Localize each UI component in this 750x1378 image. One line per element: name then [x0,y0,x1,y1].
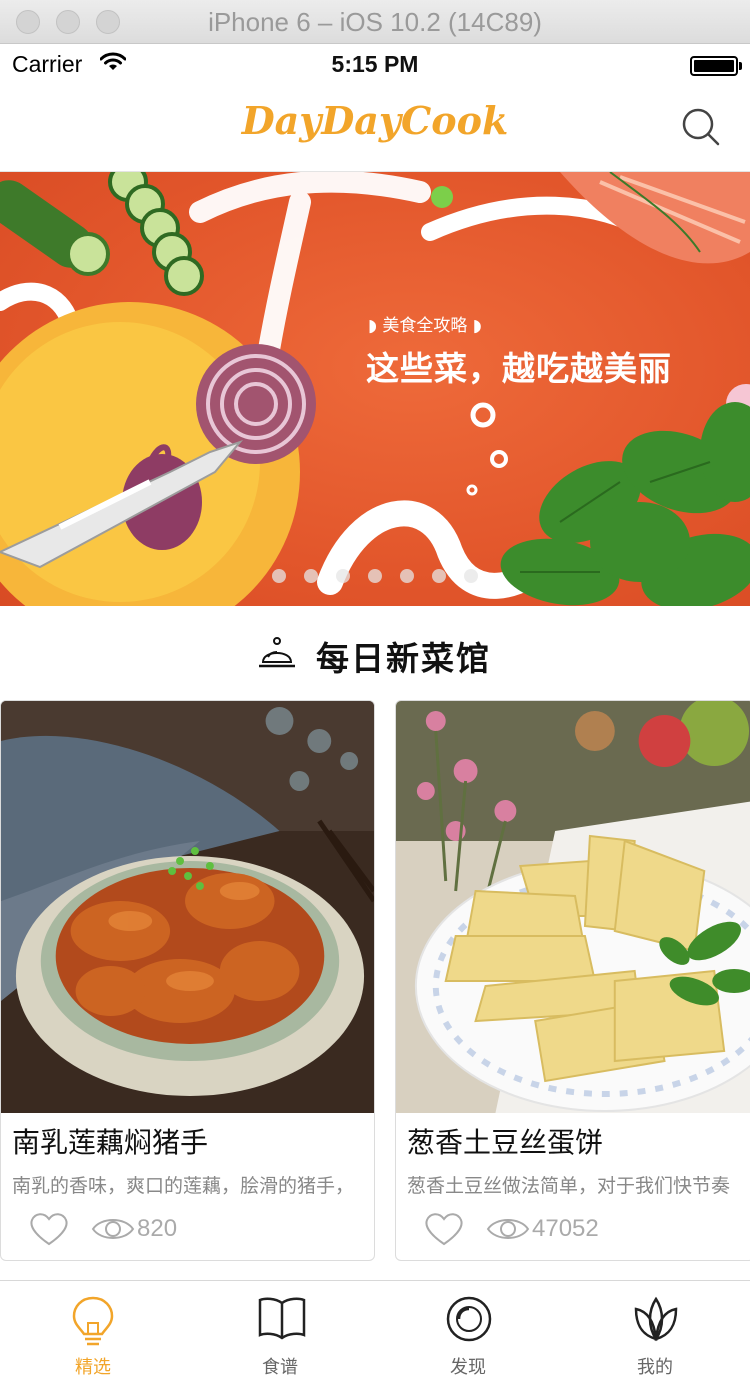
recipe-stats: 47052 [424,1209,599,1249]
page-dot[interactable] [336,569,350,583]
battery-icon [690,56,742,76]
view-count: 47052 [532,1215,599,1242]
banner-title: 这些菜，越吃越美丽 [366,349,672,388]
section-header: 每日新菜馆 [0,606,750,700]
service-bell-icon [259,637,295,668]
compass-icon [446,1296,492,1342]
tab-label: 我的 [637,1357,673,1378]
recipe-card[interactable]: 南乳莲藕焖猪手 南乳的香味，爽口的莲藕，脍滑的猪手， 820 [0,700,375,1261]
tab-recipes[interactable]: 食谱 [220,1281,340,1378]
navigation-bar: DayDayCook [0,84,750,172]
section-title: 每日新菜馆 [316,639,491,678]
eye-icon [486,1219,530,1239]
tab-bar: 精选 食谱 发现 我的 [0,1280,750,1378]
recipe-photo [1,701,374,1113]
recipe-photo [396,701,750,1113]
recipe-card[interactable]: 葱香土豆丝蛋饼 葱香土豆丝做法简单，对于我们快节奏 47052 [395,700,750,1261]
page-dot[interactable] [272,569,286,583]
page-dot[interactable] [368,569,382,583]
lotus-icon [634,1296,678,1342]
carousel-page-indicator[interactable] [272,569,478,583]
page-dot[interactable] [400,569,414,583]
simulator-window-bar: iPhone 6 – iOS 10.2 (14C89) [0,0,750,44]
window-title: iPhone 6 – iOS 10.2 (14C89) [208,7,542,37]
view-count: 820 [137,1215,178,1242]
heart-icon[interactable] [29,1211,69,1247]
heart-icon[interactable] [424,1211,464,1247]
tab-label: 食谱 [262,1357,298,1378]
tab-label: 发现 [450,1357,486,1378]
recipe-stats: 820 [29,1209,177,1249]
page-dot[interactable] [304,569,318,583]
recipe-description: 南乳的香味，爽口的莲藕，脍滑的猪手， [12,1175,355,1197]
tab-profile[interactable]: 我的 [595,1281,715,1378]
recipe-title: 葱香土豆丝蛋饼 [407,1126,604,1159]
open-book-icon [258,1297,306,1340]
banner-tag: ◗ 美食全攻略 ◗ [368,316,482,336]
page-dot[interactable] [432,569,446,583]
page-dot[interactable] [464,569,478,583]
eye-icon [91,1219,135,1239]
tab-discover[interactable]: 发现 [408,1281,528,1378]
banner-carousel[interactable]: ◗ 美食全攻略 ◗ 这些菜，越吃越美丽 [0,172,750,606]
recipe-description: 葱香土豆丝做法简单，对于我们快节奏 [407,1175,731,1197]
tab-label: 精选 [75,1357,111,1378]
lightbulb-icon [72,1296,114,1346]
status-time: 5:15 PM [331,51,419,77]
search-icon[interactable] [680,106,722,148]
status-bar: Carrier 5:15 PM [0,44,750,84]
app-logo: DayDayCook [241,98,509,143]
recipe-title: 南乳莲藕焖猪手 [12,1126,209,1159]
tab-featured[interactable]: 精选 [33,1281,153,1378]
